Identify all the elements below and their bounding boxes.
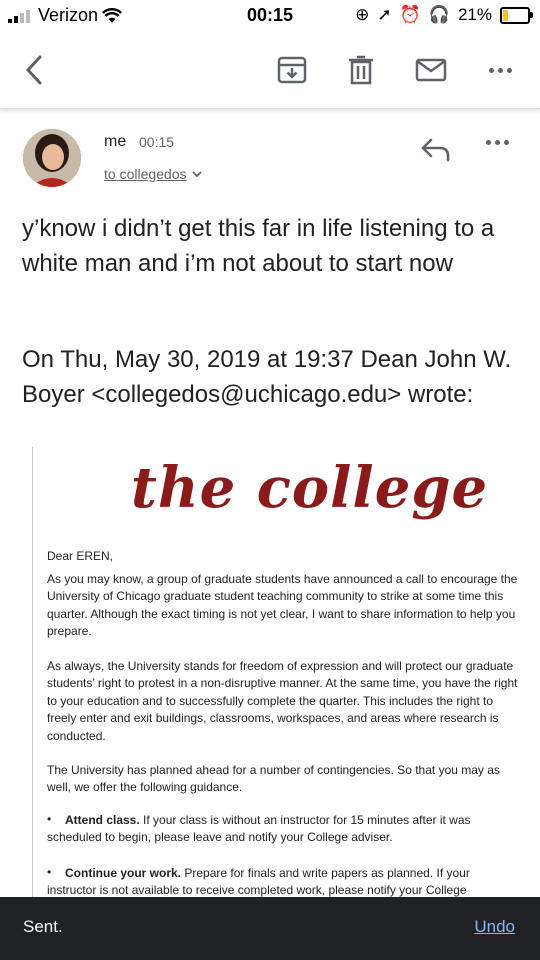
sent-time: 00:15 [139, 134, 175, 150]
quote-header: On Thu, May 30, 2019 at 19:37 Dean John … [22, 346, 512, 408]
battery-icon [500, 6, 533, 24]
snackbar-message: Sent. [23, 917, 63, 936]
reply-icon [421, 138, 450, 162]
mark-unread-button[interactable] [410, 50, 452, 90]
quoted-message: the college Dear EREN, As you may know, … [32, 447, 540, 902]
alarm-icon: ⏰ [399, 5, 421, 24]
recipients-label: to collegedos [104, 166, 187, 182]
mail-icon [415, 58, 447, 82]
undo-button[interactable]: Undo [474, 917, 515, 937]
back-button[interactable] [14, 50, 54, 90]
avatar-photo [23, 129, 81, 187]
status-icons: ⊕ ➚ ⏰ 🎧 21% [355, 5, 533, 25]
college-logo: the college [131, 455, 489, 521]
snackbar: Sent. Undo [0, 897, 540, 960]
quoted-bullet: Continue your work. Prepare for finals a… [47, 865, 519, 900]
reply-button[interactable] [418, 135, 454, 165]
recipients-toggle[interactable]: to collegedos [104, 166, 203, 182]
more-horizontal-icon [488, 67, 512, 73]
battery-level [503, 9, 509, 21]
sender-avatar[interactable] [23, 129, 81, 187]
quoted-bullet: Attend class. If your class is without a… [47, 812, 519, 847]
quoted-paragraph: As always, the University stands for fre… [47, 659, 518, 743]
location-icon: ➚ [377, 5, 392, 24]
archive-button[interactable] [272, 50, 312, 90]
bullet-title: Continue your work. [65, 866, 182, 880]
battery-percent: 21% [457, 5, 492, 24]
bullet-title: Attend class. [65, 813, 140, 827]
sender-name: me [104, 133, 127, 150]
status-bar: Verizon 00:15 ⊕ ➚ ⏰ 🎧 21% [0, 0, 540, 32]
archive-icon [277, 56, 307, 84]
message-more-button[interactable] [486, 140, 509, 145]
more-horizontal-icon [486, 140, 509, 145]
quoted-paragraph: As you may know, a group of graduate stu… [47, 572, 518, 639]
email-toolbar [0, 32, 540, 109]
more-options-button[interactable] [480, 50, 520, 90]
trash-icon [349, 55, 373, 85]
message-body: y’know i didn’t get this far in life lis… [22, 215, 495, 277]
chevron-left-icon [25, 55, 42, 85]
headphones-icon: 🎧 [428, 5, 450, 24]
delete-button[interactable] [341, 50, 381, 90]
rotation-lock-icon: ⊕ [355, 5, 370, 24]
chevron-down-icon [191, 171, 202, 178]
quoted-paragraph: The University has planned ahead for a n… [47, 763, 500, 795]
quoted-greeting: Dear EREN, [47, 549, 114, 563]
